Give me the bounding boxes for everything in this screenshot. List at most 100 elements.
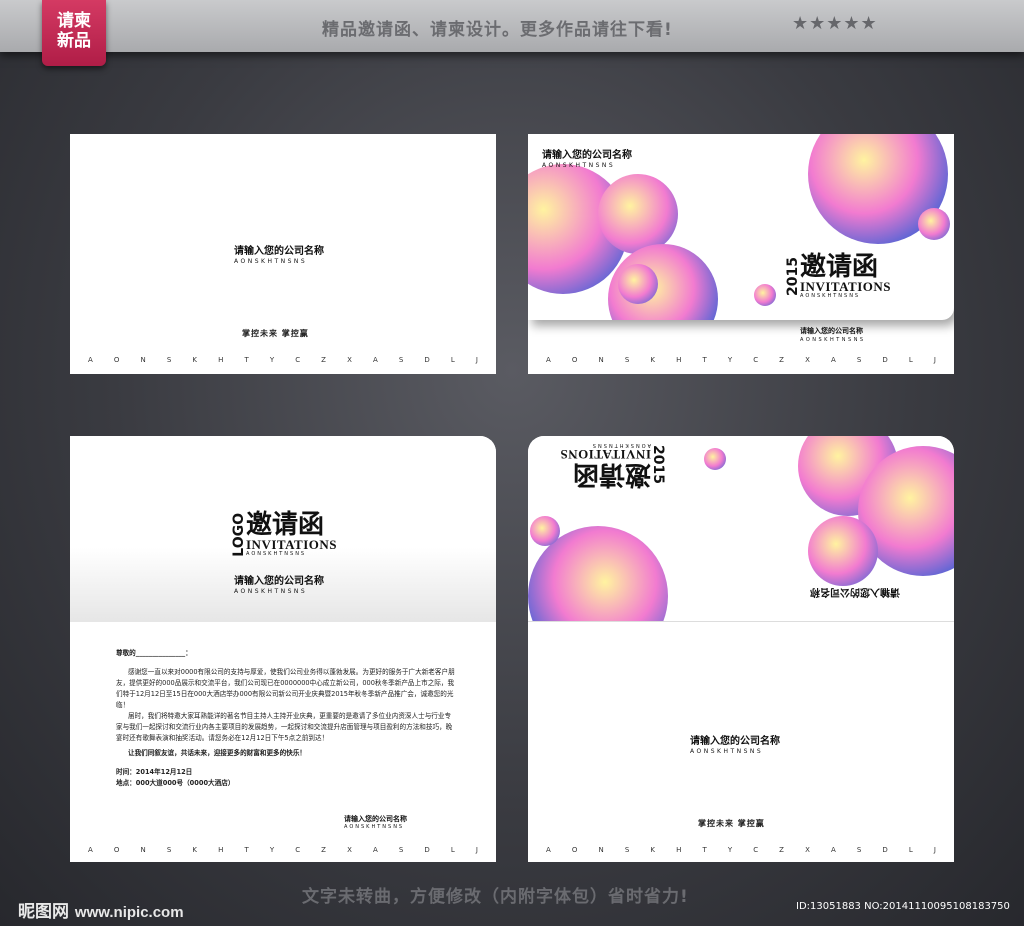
- company-name: 请输入您的公司名称 AONSKHTNSNS: [690, 732, 780, 755]
- company-subtitle: AONSKHTNSNS: [234, 258, 308, 265]
- alphabet-letter: Z: [321, 356, 326, 364]
- alphabet-letter: K: [650, 846, 655, 854]
- header-banner: 精品邀请函、请柬设计。更多作品请往下看! ★★★★★: [0, 0, 1024, 52]
- letter-paragraph: 届时，我们将特邀大家耳熟能详的著名节目主持人主持开业庆典，更重要的是邀请了多位业…: [116, 712, 453, 742]
- invitation-title: LOGO 邀请函 INVITATIONS AONSKHTNSNS: [231, 512, 337, 557]
- slogan: 掌控未来 掌控赢: [698, 819, 765, 828]
- watermark-site-name: 昵图网: [18, 902, 69, 922]
- watermark-logo: 昵图网 www.nipic.com: [18, 897, 184, 922]
- alphabet-letter: A: [830, 356, 836, 364]
- alphabet-letter: D: [424, 356, 430, 364]
- bubble-decoration: [704, 448, 726, 470]
- alphabet-letter: H: [218, 356, 224, 364]
- alphabet-letter: A: [88, 356, 93, 364]
- alphabet-letter: T: [702, 846, 707, 854]
- letter-time: 时间：2014年12月12日: [116, 768, 193, 776]
- title-subtitle: AONSKHTNSNS: [800, 293, 861, 299]
- company-name-text: 请输入您的公司名称: [542, 150, 632, 161]
- bubble-decoration: [918, 208, 950, 240]
- alphabet-letter: C: [295, 846, 301, 854]
- alphabet-letter: Z: [779, 356, 784, 364]
- rating-stars: ★★★★★: [792, 13, 878, 34]
- alphabet-row: AONSKHTYCZXASDLJ: [546, 846, 936, 854]
- alphabet-letter: T: [244, 846, 249, 854]
- alphabet-letter: A: [830, 846, 836, 854]
- title-english: INVITATIONS: [246, 537, 337, 552]
- alphabet-letter: S: [856, 356, 862, 364]
- bubble-decoration: [808, 516, 878, 586]
- alphabet-letter: A: [546, 356, 551, 364]
- alphabet-letter: X: [347, 846, 352, 854]
- bubble-decoration: [598, 174, 678, 254]
- bubble-decoration: [530, 516, 560, 546]
- alphabet-letter: K: [192, 846, 197, 854]
- title-english: INVITATIONS: [800, 279, 891, 294]
- company-subtitle: AONSKHTNSNS: [344, 824, 405, 830]
- alphabet-letter: Z: [321, 846, 326, 854]
- alphabet-letter: J: [933, 356, 936, 364]
- alphabet-letter: H: [218, 846, 224, 854]
- alphabet-letter: Y: [269, 356, 275, 364]
- alphabet-letter: L: [908, 846, 913, 854]
- alphabet-letter: D: [882, 356, 888, 364]
- alphabet-letter: T: [702, 356, 707, 364]
- letter-place: 地点：000大道000号（0000大酒店）: [116, 779, 235, 787]
- fold-top-panel: 2015 邀请函 INVITATIONS AONSKHTNSNS 请输入您的公司…: [528, 436, 954, 622]
- alphabet-letter: N: [598, 846, 604, 854]
- header-tagline: 精品邀请函、请柬设计。更多作品请往下看!: [322, 20, 673, 40]
- alphabet-letter: A: [88, 846, 93, 854]
- alphabet-letter: K: [192, 356, 197, 364]
- letter-signature: 请输入您的公司名称 AONSKHTNSNS: [344, 814, 407, 830]
- title-subtitle: AONSKHTNSNS: [246, 551, 307, 557]
- card-inside-letter: LOGO 邀请函 INVITATIONS AONSKHTNSNS 请输入您的公司…: [70, 436, 496, 862]
- company-subtitle: AONSKHTNSNS: [690, 748, 764, 755]
- alphabet-letter: O: [113, 846, 120, 854]
- alphabet-letter: H: [676, 356, 682, 364]
- alphabet-letter: S: [856, 846, 862, 854]
- title-subtitle: AONSKHTNSNS: [590, 442, 651, 448]
- alphabet-letter: A: [372, 356, 378, 364]
- company-subtitle: AONSKHTNSNS: [234, 588, 308, 595]
- company-subtitle: AONSKHTNSNS: [542, 162, 616, 169]
- alphabet-letter: H: [676, 846, 682, 854]
- company-name-inverted: 请输入您的公司名称: [810, 586, 900, 601]
- card-back-cover: 请输入您的公司名称 AONSKHTNSNS 掌控未来 掌控赢 A O N S K H T Y C…: [70, 134, 496, 374]
- title-year: 2015: [785, 257, 801, 296]
- invitation-title-inverted: 2015 邀请函 INVITATIONS AONSKHTNSNS: [560, 442, 666, 489]
- alphabet-letter: A: [546, 846, 551, 854]
- badge-line-2: 新品: [57, 31, 91, 51]
- alphabet-letter: N: [140, 846, 146, 854]
- letter-paragraph: 感谢您一直以来对0000有限公司的支持与厚爱，使我们公司业务得以蓬勃发展。为更好…: [116, 668, 455, 709]
- cover-panel: 请输入您的公司名称 AONSKHTNSNS 2015 邀请函 INVITATIO…: [528, 134, 954, 320]
- alphabet-letter: S: [166, 356, 172, 364]
- company-name: 请输入您的公司名称 AONSKHTNSNS: [234, 572, 324, 595]
- alphabet-row: AONSKHTYCZXASDLJ: [88, 846, 478, 854]
- alphabet-letter: J: [475, 356, 478, 364]
- alphabet-letter: S: [398, 356, 404, 364]
- new-product-badge: 请柬 新品: [42, 0, 106, 66]
- company-name: 请输入您的公司名称 AONSKHTNSNS: [234, 242, 324, 265]
- image-id: ID:13051883 NO:20141110095108183750: [796, 901, 1010, 912]
- title-logo: LOGO: [231, 512, 247, 557]
- alphabet-letter: S: [166, 846, 172, 854]
- alphabet-letter: O: [113, 356, 120, 364]
- badge-line-1: 请柬: [57, 11, 91, 31]
- company-name-text: 请输入您的公司名称: [800, 327, 863, 335]
- card-front-cover: 请输入您的公司名称 AONSKHTNSNS 2015 邀请函 INVITATIO…: [528, 134, 954, 374]
- invitation-letter: 尊敬的_______________： 感谢您一直以来对0000有限公司的支持与…: [116, 648, 456, 789]
- company-name: 请输入您的公司名称 AONSKHTNSNS: [800, 326, 866, 343]
- alphabet-letter: J: [475, 846, 478, 854]
- title-year: 2015: [649, 445, 666, 484]
- bubble-decoration: [754, 284, 776, 306]
- slogan: 掌控未来 掌控赢: [242, 329, 309, 338]
- alphabet-letter: K: [650, 356, 655, 364]
- alphabet-letter: S: [398, 846, 404, 854]
- alphabet-letter: A: [372, 846, 378, 854]
- alphabet-letter: O: [571, 356, 578, 364]
- alphabet-letter: L: [450, 356, 455, 364]
- letter-closing: 让我们同叙友谊，共话未来，迎接更多的财富和更多的快乐！: [128, 749, 307, 757]
- alphabet-letter: C: [753, 356, 759, 364]
- company-name: 请输入您的公司名称 AONSKHTNSNS: [542, 146, 632, 169]
- alphabet-letter: Y: [727, 356, 733, 364]
- alphabet-letter: N: [598, 356, 604, 364]
